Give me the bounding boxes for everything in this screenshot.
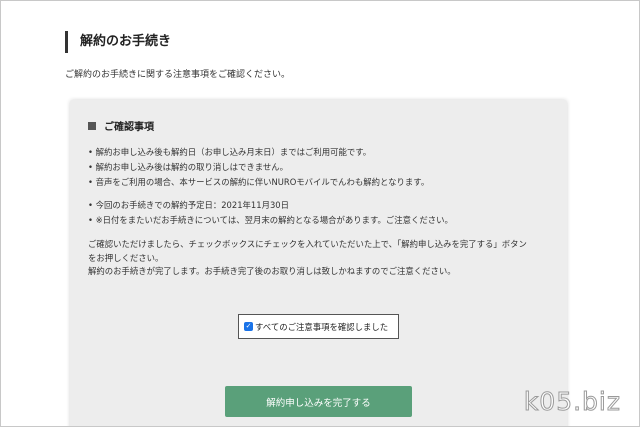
instruction-line: ご確認いただけましたら、チェックボックスにチェックを入れていただいた上で、「解約…	[88, 239, 527, 249]
notes-list-primary: 解約お申し込み後も解約日（お申し込み月末日）まではご利用可能です。 解約お申し込…	[88, 145, 430, 190]
section-header: ご確認事項	[88, 118, 154, 133]
list-item: 今回のお手続きでの解約予定日：2021年11月30日	[88, 198, 453, 213]
confirmation-panel: ご確認事項 解約お申し込み後も解約日（お申し込み月末日）まではご利用可能です。 …	[70, 100, 567, 426]
page-frame: 解約のお手続き ご解約のお手続きに関する注意事項をご確認ください。 ご確認事項 …	[0, 0, 640, 427]
list-item: 解約お申し込み後は解約の取り消しはできません。	[88, 160, 429, 175]
complete-cancellation-button[interactable]: 解約申し込みを完了する	[225, 386, 412, 417]
square-bullet-icon	[88, 121, 96, 130]
list-item: 解約お申し込み後も解約日（お申し込み月末日）まではご利用可能です。	[88, 145, 429, 160]
confirm-checkbox-label: すべてのご注意事項を確認しました	[255, 321, 389, 332]
instruction-line: 解約のお手続きが完了します。お手続き完了後のお取り消しは致しかねますのでご注意く…	[88, 266, 456, 276]
list-item: 音声をご利用の場合、本サービスの解約に伴いNUROモバイルでんわも解約となります…	[88, 175, 430, 190]
list-item: ※日付をまたいだお手続きについては、翌月末の解約となる場合があります。ご注意くだ…	[88, 213, 453, 228]
watermark: k05.biz	[523, 387, 621, 417]
instruction-paragraph: ご確認いただけましたら、チェックボックスにチェックを入れていただいた上で、「解約…	[88, 238, 527, 279]
notes-list-secondary: 今回のお手続きでの解約予定日：2021年11月30日 ※日付をまたいだお手続きに…	[88, 198, 453, 228]
confirm-checkbox-box[interactable]: ✓ すべてのご注意事項を確認しました	[238, 314, 399, 339]
confirm-checkbox[interactable]: ✓	[244, 322, 253, 331]
instruction-line: をお押しください。	[88, 252, 164, 263]
intro-text: ご解約のお手続きに関する注意事項をご確認ください。	[65, 70, 291, 80]
page-title: 解約のお手続き	[65, 31, 171, 53]
section-title: ご確認事項	[104, 122, 154, 133]
